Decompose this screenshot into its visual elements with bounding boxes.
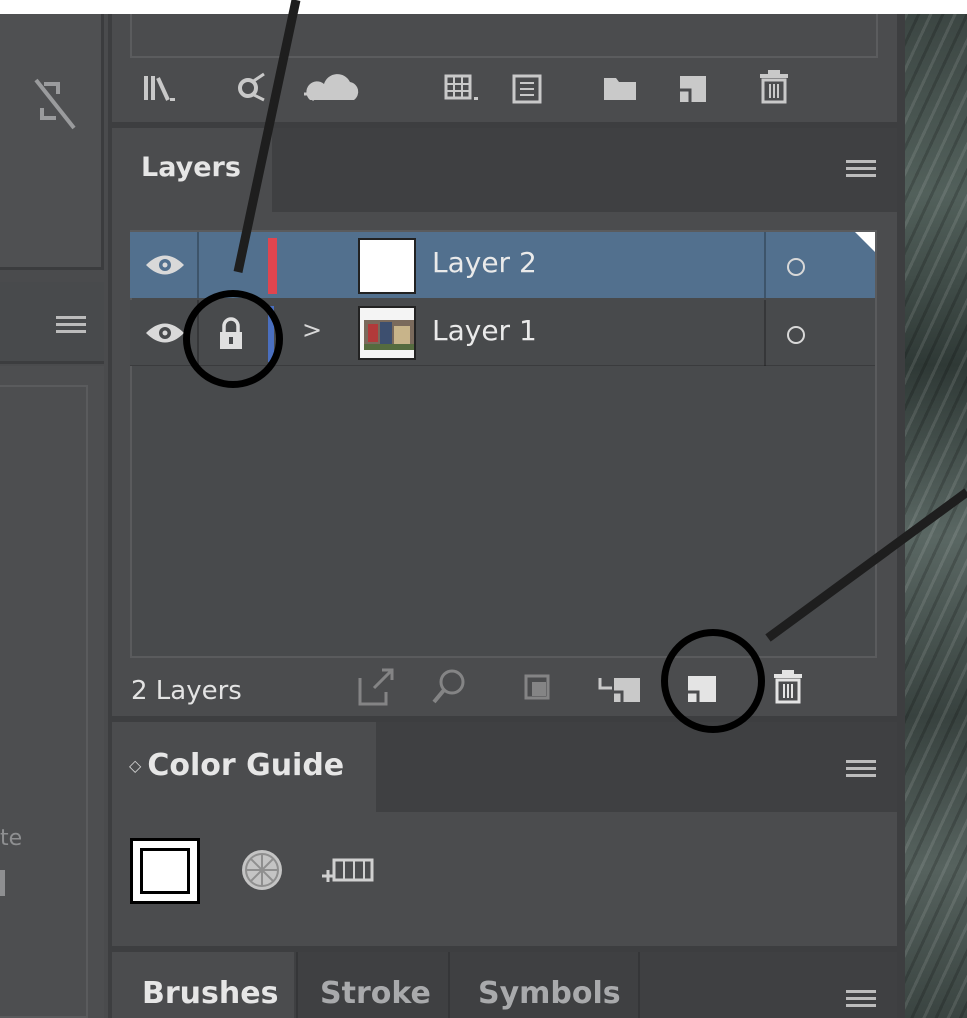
annotation-overlay [233, 0, 967, 642]
new-layer-icon-highlight [661, 629, 765, 733]
annotation-pointer-line [233, 0, 301, 273]
annotation-pointer-line [765, 488, 967, 642]
lock-icon-highlight [183, 290, 283, 388]
